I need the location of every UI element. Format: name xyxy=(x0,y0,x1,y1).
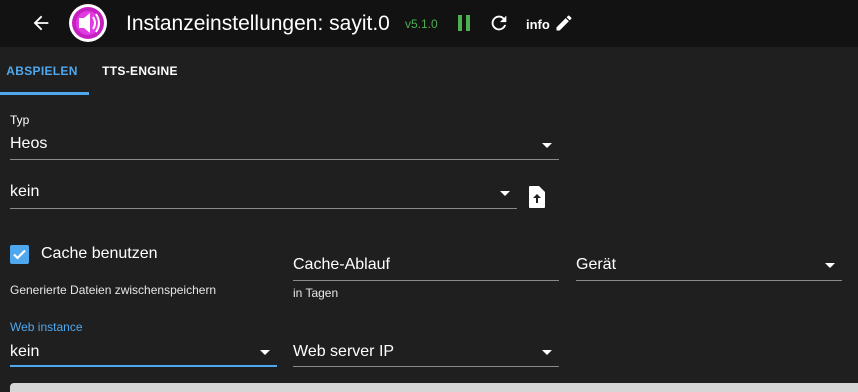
device-select[interactable]: kein xyxy=(10,178,517,209)
cache-expiry-value: Cache-Ablauf xyxy=(293,256,390,273)
web-instance-select-value: kein xyxy=(10,343,40,360)
chevron-down-icon xyxy=(500,191,510,196)
back-arrow-icon[interactable] xyxy=(30,12,52,34)
web-instance-label: Web instance xyxy=(10,320,83,334)
cache-expiry-underline xyxy=(293,280,559,281)
web-server-ip-underline xyxy=(293,366,559,367)
chevron-down-icon xyxy=(825,263,835,268)
tab-abspielen[interactable]: ABSPIELEN xyxy=(0,47,84,95)
chevron-down-icon xyxy=(260,350,270,355)
type-select[interactable]: Heos xyxy=(10,130,559,160)
web-server-ip-value: Web server IP xyxy=(293,343,395,360)
device-select-underline xyxy=(10,208,517,209)
tab-active-indicator xyxy=(0,92,89,95)
type-label: Typ xyxy=(10,113,30,127)
pencil-icon[interactable] xyxy=(554,13,574,33)
type-select-value: Heos xyxy=(10,135,48,152)
sayit-logo-icon xyxy=(68,3,108,43)
web-instance-underline xyxy=(10,365,277,367)
cache-expiry-helper: in Tagen xyxy=(293,286,339,300)
reload-icon[interactable] xyxy=(488,12,510,34)
bottom-panel xyxy=(10,383,858,392)
device-select-value: kein xyxy=(10,183,40,200)
info-label[interactable]: info xyxy=(526,17,550,32)
cache-checkbox-label[interactable]: Cache benutzen xyxy=(41,245,158,263)
cache-expiry-input[interactable]: Cache-Ablauf xyxy=(293,252,559,281)
chevron-down-icon xyxy=(542,143,552,148)
version-label: v5.1.0 xyxy=(405,17,438,31)
type-select-underline xyxy=(10,159,559,160)
tab-tts-engine[interactable]: TTS-ENGINE xyxy=(96,47,184,95)
device-type-select-underline xyxy=(576,280,842,281)
device-type-select-value: Gerät xyxy=(576,256,617,273)
file-upload-icon[interactable] xyxy=(527,185,547,209)
pause-icon[interactable] xyxy=(456,14,472,32)
chevron-down-icon xyxy=(542,350,552,355)
web-instance-select[interactable]: kein xyxy=(10,337,277,367)
web-server-ip-select[interactable]: Web server IP xyxy=(293,337,559,367)
page-title: Instanzeinstellungen: sayit.0 xyxy=(126,12,390,35)
cache-checkbox[interactable] xyxy=(10,245,29,264)
cache-helper-text: Generierte Dateien zwischenspeichern xyxy=(10,283,217,297)
device-type-select[interactable]: Gerät xyxy=(576,252,842,281)
